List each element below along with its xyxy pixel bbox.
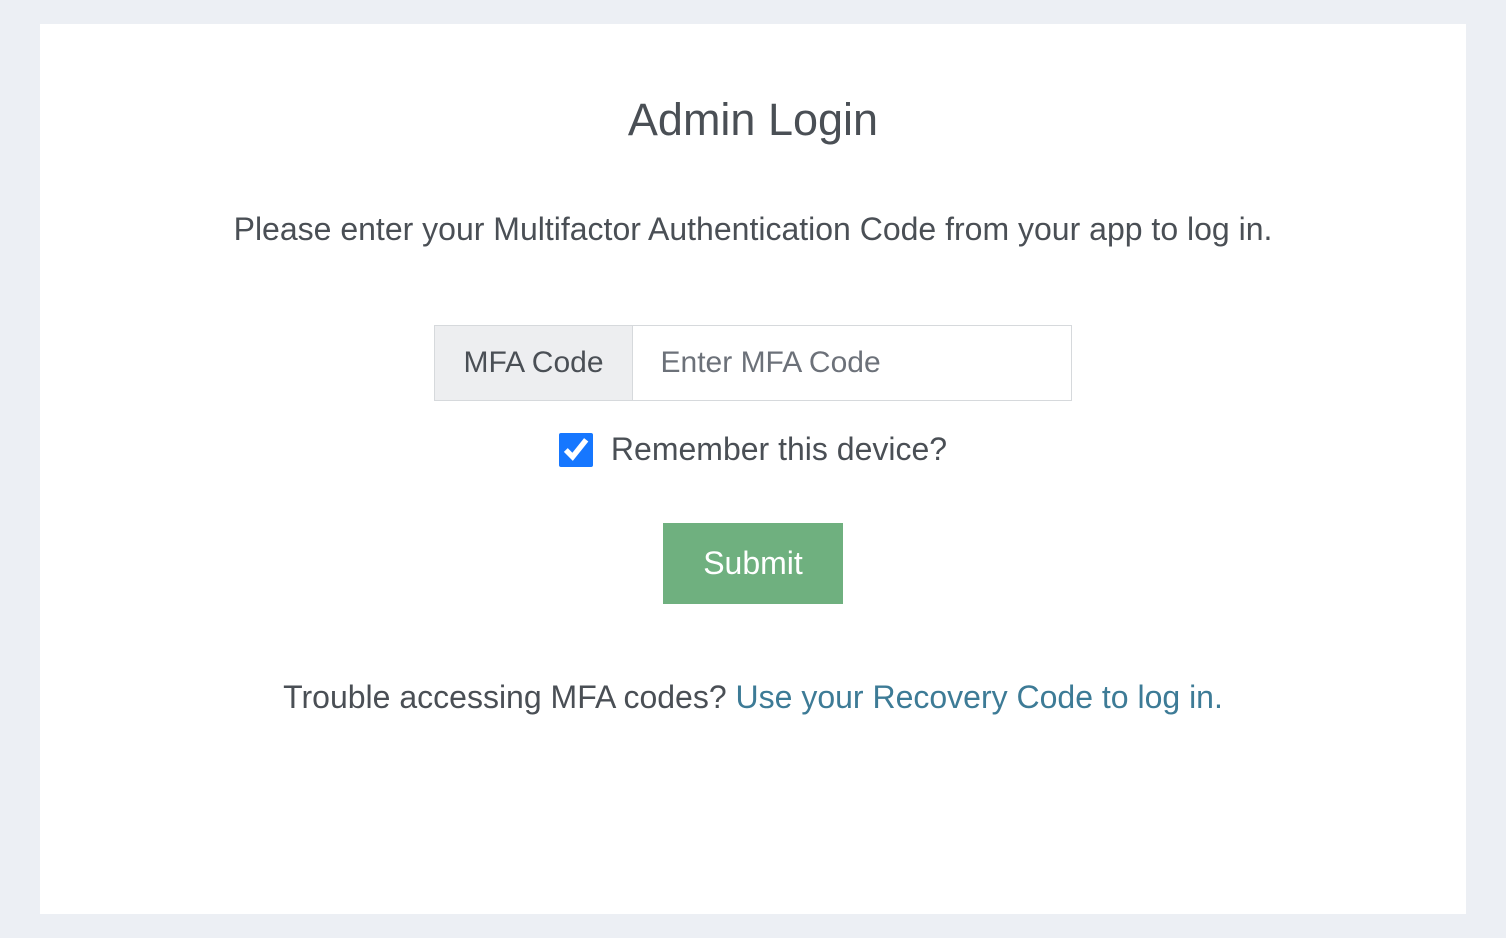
submit-button[interactable]: Submit [663,523,843,604]
remember-device-checkbox[interactable] [559,433,593,467]
remember-device-label[interactable]: Remember this device? [611,431,947,468]
trouble-text: Trouble accessing MFA codes? [283,679,735,715]
mfa-input-group: MFA Code [434,325,1071,401]
remember-device-row: Remember this device? [140,431,1366,468]
trouble-row: Trouble accessing MFA codes? Use your Re… [140,679,1366,716]
page-title: Admin Login [140,94,1366,146]
mfa-code-input[interactable] [632,325,1072,401]
instruction-text: Please enter your Multifactor Authentica… [140,204,1366,255]
login-card: Admin Login Please enter your Multifacto… [40,24,1466,914]
recovery-code-link[interactable]: Use your Recovery Code to log in. [736,679,1223,715]
mfa-label: MFA Code [434,325,631,401]
